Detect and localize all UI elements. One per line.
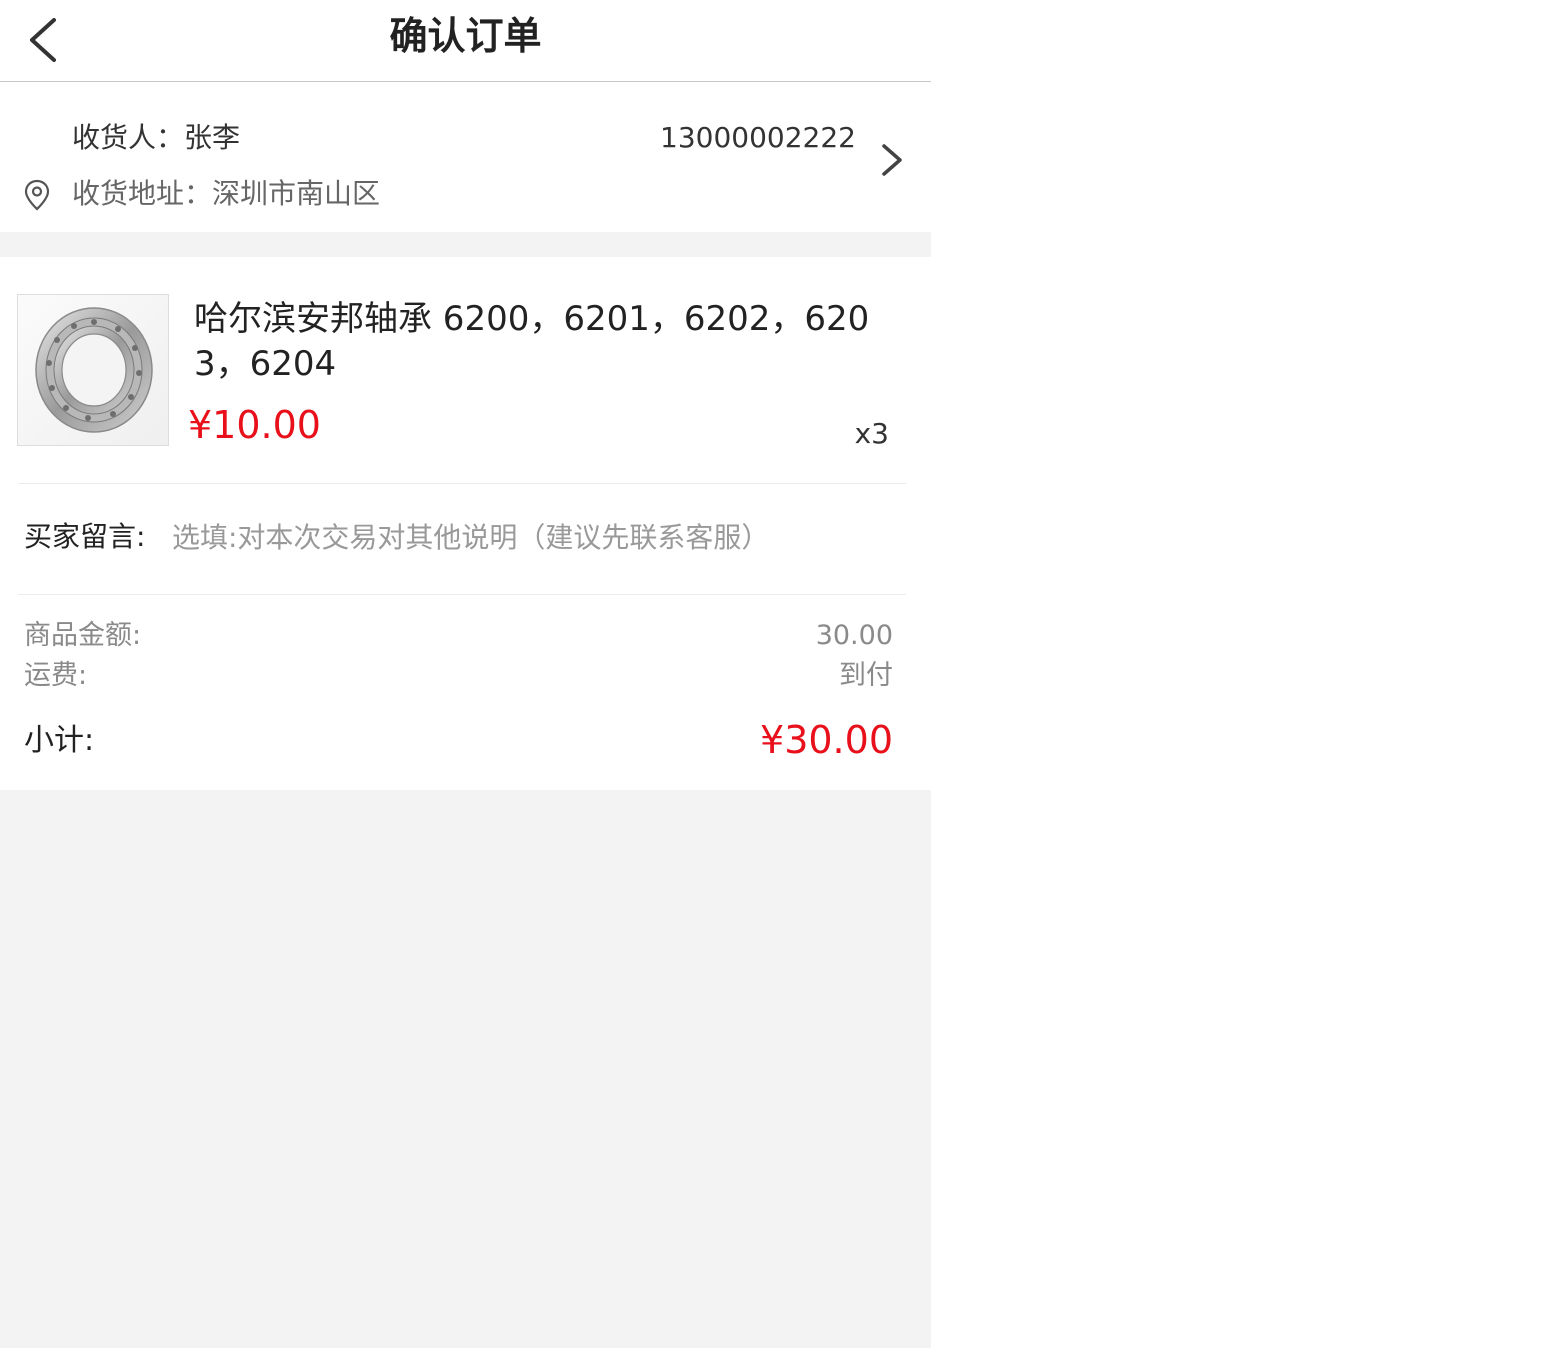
buyer-message-input[interactable] <box>172 515 892 559</box>
subtotal-value: ¥30.00 <box>760 718 893 762</box>
nav-bar: 确认订单 <box>0 0 931 82</box>
location-pin-icon <box>24 179 50 211</box>
order-card: 哈尔滨安邦轴承 6200，6201，6202，6203，6204 ¥10.00 … <box>0 257 931 790</box>
goods-amount-value: 30.00 <box>815 620 893 651</box>
product-image <box>17 294 169 446</box>
shipping-label: 运费: <box>24 660 88 691</box>
divider <box>18 594 906 595</box>
product-quantity: x3 <box>854 417 889 450</box>
subtotal-label: 小计: <box>24 723 95 758</box>
receiver-name: 收货人：张李 <box>72 121 241 154</box>
divider <box>18 483 906 484</box>
chevron-right-icon <box>882 144 902 176</box>
page-title: 确认订单 <box>389 14 542 58</box>
product-price: ¥10.00 <box>188 403 321 447</box>
buyer-message-label: 买家留言: <box>24 520 146 553</box>
order-confirm-screen: 确认订单 收货人：张李 13000002222 收货地址：深圳市南山区 哈尔滨安… <box>0 0 931 1348</box>
delivery-address: 收货地址：深圳市南山区 <box>72 177 381 210</box>
shipping-value: 到付 <box>839 660 893 691</box>
goods-amount-label: 商品金额: <box>24 620 142 651</box>
bearing-icon <box>35 307 153 433</box>
receiver-phone: 13000002222 <box>660 121 856 154</box>
address-card[interactable]: 收货人：张李 13000002222 收货地址：深圳市南山区 <box>0 82 931 232</box>
product-name[interactable]: 哈尔滨安邦轴承 6200，6201，6202，6203，6204 <box>194 297 894 387</box>
